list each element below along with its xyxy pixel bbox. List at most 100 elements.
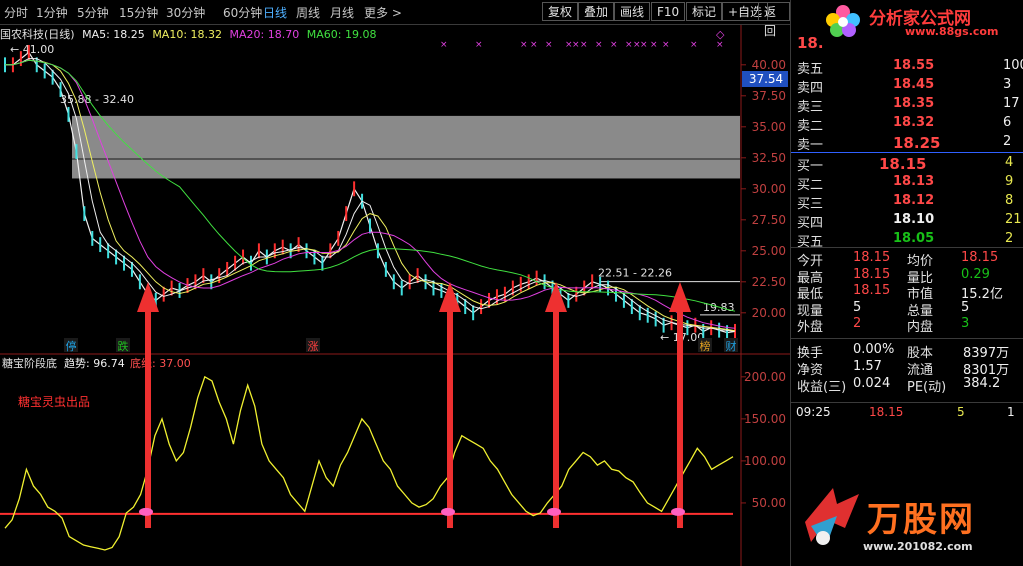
signal-marker: × — [662, 40, 670, 50]
toolbar-button-2[interactable]: 画线 — [614, 2, 651, 21]
range2-label: 22.51 - 22.26 — [598, 267, 672, 280]
signal-marker: × — [572, 40, 580, 50]
signal-marker: × — [610, 40, 618, 50]
quote-value: 2 — [853, 316, 862, 331]
stat-value: 0.024 — [853, 376, 891, 391]
period-tab-7[interactable]: 周线 — [296, 4, 320, 21]
signal-marker: × — [595, 40, 603, 50]
period-tab-2[interactable]: 5分钟 — [77, 4, 109, 21]
quote-value: 18.15 — [853, 283, 891, 298]
ma20-value: MA20: 18.70 — [229, 28, 300, 41]
quote-value: 18.15 — [853, 250, 891, 265]
ask-label: 卖二 — [797, 119, 824, 134]
period-tab-0[interactable]: 分时 — [4, 4, 28, 21]
bid-volume: 8 — [1005, 193, 1014, 208]
toolbar-button-1[interactable]: 叠加 — [578, 2, 615, 21]
period-tab-8[interactable]: 月线 — [330, 4, 354, 21]
logo-bottom-title: 万股网 — [867, 500, 975, 540]
price-tick-label: 20.00 — [752, 306, 786, 320]
signal-marker: × — [580, 40, 588, 50]
price-header: 18. — [797, 34, 824, 52]
ask-label: 卖五 — [797, 62, 824, 77]
stock-name: 国农科技(日线) — [0, 28, 75, 41]
ask-volume: 100 — [1003, 58, 1023, 73]
ask-label: 卖一 — [797, 138, 824, 153]
stat-value: 1.57 — [853, 359, 882, 374]
stat-label: PE(动) — [907, 380, 947, 395]
tick-flag: 1 — [1007, 405, 1015, 419]
stat-value: 384.2 — [963, 376, 1001, 391]
book-divider — [791, 152, 1023, 153]
tick-row: 09:25 18.15 5 1 — [791, 402, 1023, 421]
price-tick-label: 35.00 — [752, 120, 786, 134]
signal-marker: × — [475, 40, 483, 50]
ask-price: 18.25 — [893, 134, 941, 152]
bid-label: 买四 — [797, 216, 824, 231]
signal-marker: × — [545, 40, 553, 50]
event-marker-label: 财 — [726, 339, 737, 353]
indicator-series-line — [4, 375, 734, 551]
logo-top: 分析家公式网 www.88gs.com — [821, 2, 1021, 38]
logo-top-url: www.88gs.com — [905, 25, 999, 38]
quote-value: 5 — [961, 299, 970, 315]
bid-volume: 21 — [1005, 212, 1022, 227]
period-tab-9[interactable]: 更多 > — [364, 4, 402, 21]
ask-volume: 2 — [1003, 134, 1012, 149]
bid-volume: 4 — [1005, 155, 1014, 170]
indicator-credit: 糖宝灵虫出品 — [18, 394, 90, 409]
ask-price: 18.55 — [893, 58, 935, 73]
flower-logo-icon — [826, 5, 860, 37]
quote-label: 内盘 — [907, 320, 934, 335]
logo-bottom-url: www.201082.com — [863, 540, 973, 553]
chart-canvas[interactable]: 40.00 37.50 35.00 32.50 30.00 27.50 25.00 22.50… — [0, 0, 790, 566]
period-tab-5[interactable]: 60分钟 — [223, 4, 262, 21]
event-marker-label: 跌 — [118, 339, 129, 353]
bid-price: 18.12 — [893, 193, 935, 208]
ask-label: 卖四 — [797, 81, 824, 96]
bid-volume: 2 — [1005, 231, 1014, 246]
quote-divider — [791, 247, 1023, 248]
signal-marker: × — [650, 40, 658, 50]
bid-price: 18.05 — [893, 231, 935, 246]
ask-volume: 6 — [1003, 115, 1012, 130]
indicator-title: 糖宝阶段底 — [2, 356, 57, 370]
quote-value: 18.15 — [961, 250, 999, 265]
ask-label: 卖三 — [797, 100, 824, 115]
signal-marker: × — [690, 40, 698, 50]
high-label: ← 41.00 — [10, 43, 54, 56]
toolbar-button-0[interactable]: 复权 — [542, 2, 579, 21]
price-tick-label: 27.50 — [752, 213, 786, 227]
event-marker-label: 榜 — [700, 339, 711, 353]
price-tick-label: 37.50 — [752, 89, 786, 103]
bid-label: 买二 — [797, 178, 824, 193]
event-marker-label: 停 — [66, 339, 77, 353]
stats-divider — [791, 338, 1023, 339]
tick-volume: 5 — [957, 405, 965, 419]
signal-marker: × — [640, 40, 648, 50]
box-range-label: 35.88 - 32.40 — [60, 93, 134, 106]
tick-time: 09:25 — [796, 405, 831, 419]
indicator-tick-label: 150.00 — [744, 412, 786, 426]
price-tick-label: 30.00 — [752, 182, 786, 196]
quote-value: 3 — [961, 316, 970, 331]
period-tab-3[interactable]: 15分钟 — [119, 4, 158, 21]
indicator-tick-label: 100.00 — [744, 454, 786, 468]
signal-dot — [547, 507, 561, 516]
toolbar-button-4[interactable]: 标记 — [686, 2, 723, 21]
ask-volume: 3 — [1003, 77, 1012, 92]
ma5-value: MA5: 18.25 — [82, 28, 145, 41]
signal-marker: × — [440, 40, 448, 50]
toolbar-button-6[interactable]: 返回 — [758, 2, 790, 38]
ma-legend: 国农科技(日线) MA5: 18.25 MA10: 18.32 MA20: 18… — [0, 26, 380, 42]
signal-marker: × — [520, 40, 528, 50]
signal-marker: × — [530, 40, 538, 50]
stat-label: 收益(三) — [797, 380, 847, 395]
toolbar-button-3[interactable]: F10 — [651, 2, 686, 21]
period-tab-6[interactable]: 日线 — [263, 4, 287, 21]
current-price-tag-label: 37.54 — [749, 72, 783, 86]
period-tab-4[interactable]: 30分钟 — [166, 4, 205, 21]
period-tab-1[interactable]: 1分钟 — [36, 4, 68, 21]
indicator-trend: 趋势: 96.74 — [64, 357, 125, 370]
signal-dot — [139, 507, 153, 516]
price-tick-label: 22.50 — [752, 275, 786, 289]
